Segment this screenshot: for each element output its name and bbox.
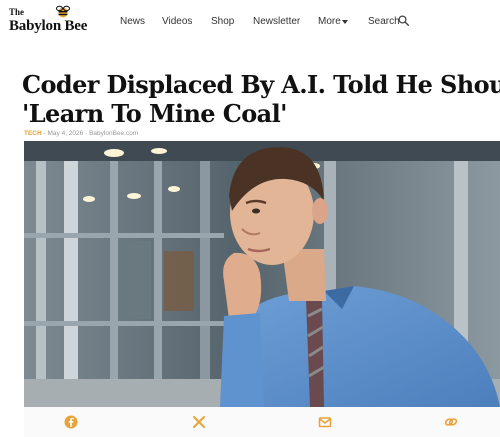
site-logo[interactable]: The Babylon Bee — [9, 5, 97, 37]
logo-name: Babylon Bee — [9, 18, 88, 34]
x-icon[interactable] — [192, 415, 206, 429]
logo-prefix: The — [9, 7, 25, 17]
search-icon[interactable] — [398, 15, 409, 26]
headline-line-2: 'Learn To Mine Coal' — [22, 99, 287, 128]
headline-line-1: Coder Displaced By A.I. Told He Should J… — [22, 70, 500, 99]
share-bar — [24, 407, 500, 437]
nav-shop[interactable]: Shop — [211, 16, 234, 27]
article-headline: Coder Displaced By A.I. Told He Should J… — [22, 70, 500, 128]
bee-icon — [56, 5, 70, 18]
article-photo — [24, 141, 500, 407]
article-source: BabylonBee.com — [89, 130, 139, 137]
nav-more[interactable]: More — [318, 16, 341, 27]
article-meta: TECH - May 4, 2026 · BabylonBee.com — [24, 130, 138, 137]
nav-search[interactable]: Search — [368, 16, 400, 27]
copy-link-icon[interactable] — [444, 415, 458, 429]
article-date: May 4, 2026 — [47, 130, 84, 137]
chevron-down-icon[interactable] — [342, 20, 348, 24]
facebook-icon[interactable] — [64, 415, 78, 429]
site-header: The Babylon Bee News Videos Shop Newslet… — [0, 0, 500, 44]
nav-news[interactable]: News — [120, 16, 145, 27]
article-category[interactable]: TECH — [24, 130, 42, 137]
nav-newsletter[interactable]: Newsletter — [253, 16, 300, 27]
nav-videos[interactable]: Videos — [162, 16, 192, 27]
email-icon[interactable] — [318, 415, 332, 429]
